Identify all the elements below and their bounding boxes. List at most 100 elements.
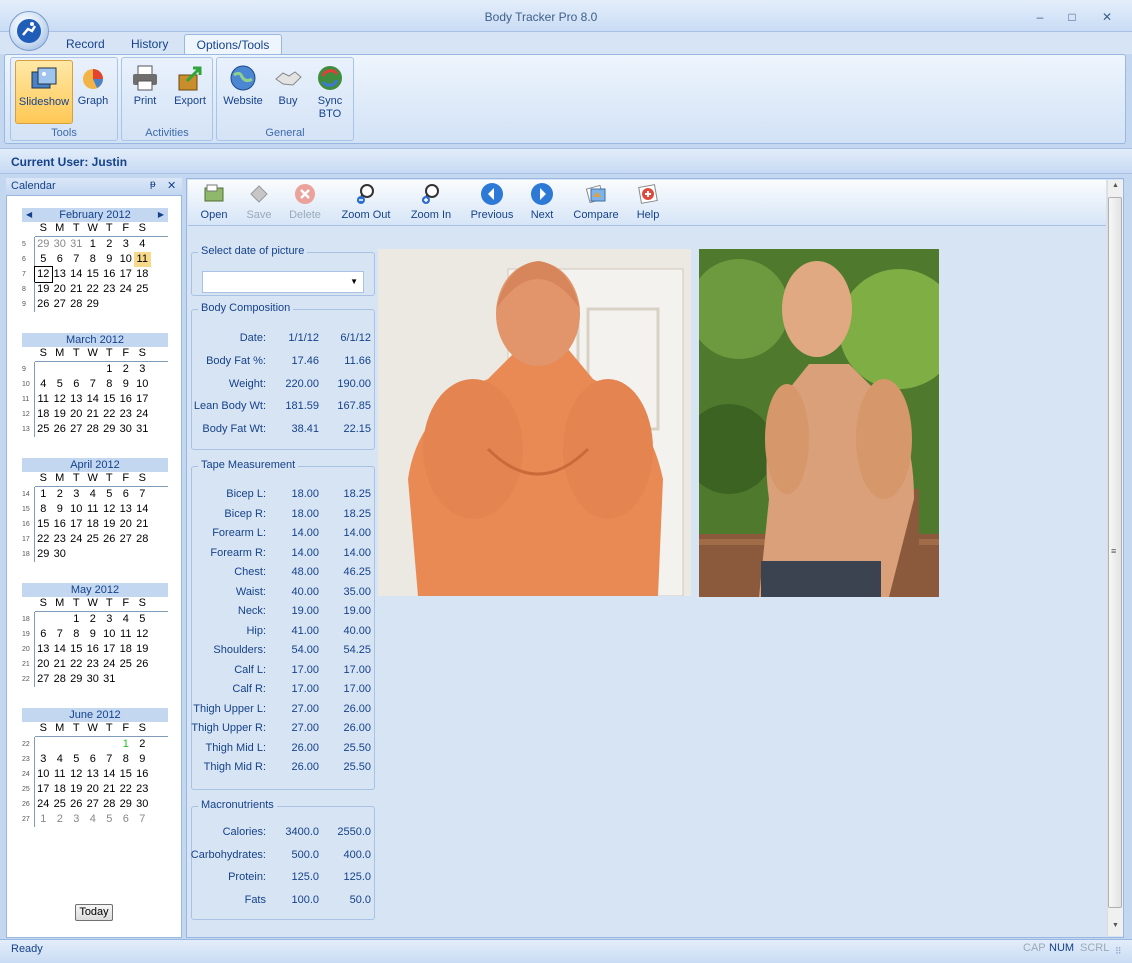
- calendar-day[interactable]: 25: [134, 282, 151, 297]
- calendar-day[interactable]: 18: [52, 782, 69, 797]
- buy-button[interactable]: Buy: [265, 60, 311, 124]
- calendar-day[interactable]: 24: [101, 657, 118, 672]
- calendar-day[interactable]: 21: [52, 657, 69, 672]
- compare-button[interactable]: Compare: [572, 182, 620, 221]
- calendar-day[interactable]: 11: [118, 627, 135, 642]
- tab-history[interactable]: History: [125, 34, 174, 54]
- calendar-day[interactable]: 31: [68, 237, 85, 252]
- calendar-day[interactable]: 21: [68, 282, 85, 297]
- calendar-day[interactable]: 5: [101, 812, 118, 827]
- calendar-day[interactable]: 30: [134, 797, 151, 812]
- graph-button[interactable]: Graph: [64, 60, 122, 124]
- calendar-day[interactable]: 28: [134, 532, 151, 547]
- calendar-day[interactable]: 19: [52, 407, 69, 422]
- calendar-day[interactable]: 10: [68, 502, 85, 517]
- calendar-day[interactable]: 5: [134, 612, 151, 627]
- scrollbar-thumb[interactable]: ≡: [1108, 197, 1122, 908]
- calendar-day[interactable]: 23: [118, 407, 135, 422]
- calendar-day[interactable]: 11: [52, 767, 69, 782]
- calendar-day[interactable]: 23: [52, 532, 69, 547]
- website-button[interactable]: Website: [217, 60, 269, 124]
- next-button[interactable]: Next: [529, 182, 555, 221]
- calendar-day[interactable]: 1: [101, 362, 118, 377]
- calendar-day[interactable]: 19: [35, 282, 52, 297]
- calendar-day[interactable]: 13: [52, 267, 69, 282]
- calendar-day[interactable]: 12: [34, 266, 53, 283]
- calendar-day[interactable]: 17: [134, 392, 151, 407]
- calendar-day[interactable]: 3: [68, 812, 85, 827]
- print-button[interactable]: Print: [122, 60, 168, 124]
- calendar-day[interactable]: 1: [35, 812, 52, 827]
- calendar-day[interactable]: 12: [68, 767, 85, 782]
- calendar-day[interactable]: 20: [118, 517, 135, 532]
- calendar-day[interactable]: 18: [85, 517, 102, 532]
- calendar-day[interactable]: 29: [68, 672, 85, 687]
- calendar-day[interactable]: 27: [68, 422, 85, 437]
- calendar-day[interactable]: 19: [101, 517, 118, 532]
- calendar-day[interactable]: 13: [35, 642, 52, 657]
- calendar-day[interactable]: 20: [68, 407, 85, 422]
- calendar-day[interactable]: 1: [85, 237, 102, 252]
- scroll-down-icon[interactable]: ▼: [1112, 922, 1119, 929]
- calendar-day[interactable]: 7: [134, 487, 151, 502]
- calendar-day[interactable]: 27: [35, 672, 52, 687]
- calendar-day[interactable]: 17: [35, 782, 52, 797]
- calendar-day[interactable]: 4: [52, 752, 69, 767]
- calendar-day[interactable]: 20: [52, 282, 69, 297]
- calendar-day[interactable]: 5: [101, 487, 118, 502]
- calendar-day[interactable]: 23: [134, 782, 151, 797]
- help-button[interactable]: Help: [635, 182, 661, 221]
- close-button[interactable]: ✕: [1097, 10, 1117, 26]
- calendar-day[interactable]: 24: [35, 797, 52, 812]
- calendar-day[interactable]: 17: [118, 267, 135, 282]
- scroll-up-icon[interactable]: ▲: [1112, 182, 1119, 189]
- calendar-day[interactable]: 7: [85, 377, 102, 392]
- calendar-day[interactable]: 18: [134, 267, 151, 282]
- calendar-day[interactable]: 29: [101, 422, 118, 437]
- calendar-day[interactable]: 18: [35, 407, 52, 422]
- calendar-day[interactable]: 28: [101, 797, 118, 812]
- calendar-close-icon[interactable]: ✕: [167, 179, 176, 192]
- calendar-day[interactable]: 29: [35, 547, 52, 562]
- date-of-picture-select[interactable]: ▼: [202, 271, 364, 293]
- calendar-day[interactable]: 26: [35, 297, 52, 312]
- calendar-day[interactable]: 6: [118, 487, 135, 502]
- calendar-day[interactable]: 25: [85, 532, 102, 547]
- calendar-day[interactable]: 6: [118, 812, 135, 827]
- calendar-day[interactable]: 3: [68, 487, 85, 502]
- calendar-day[interactable]: 14: [101, 767, 118, 782]
- save-button[interactable]: Save: [244, 182, 274, 221]
- calendar-day[interactable]: 11: [85, 502, 102, 517]
- calendar-day[interactable]: 15: [35, 517, 52, 532]
- calendar-day[interactable]: 28: [52, 672, 69, 687]
- calendar-day[interactable]: 1: [35, 487, 52, 502]
- calendar-day[interactable]: 9: [85, 627, 102, 642]
- calendar-day[interactable]: 20: [35, 657, 52, 672]
- calendar-day[interactable]: 14: [68, 267, 85, 282]
- calendar-day[interactable]: 8: [68, 627, 85, 642]
- calendar-day[interactable]: 8: [118, 752, 135, 767]
- calendar-day[interactable]: 31: [101, 672, 118, 687]
- calendar-day[interactable]: 6: [35, 627, 52, 642]
- calendar-day[interactable]: 26: [68, 797, 85, 812]
- calendar-day[interactable]: 31: [134, 422, 151, 437]
- zoom-out-button[interactable]: Zoom Out: [339, 182, 393, 221]
- calendar-day[interactable]: 15: [68, 642, 85, 657]
- calendar-day[interactable]: 28: [68, 297, 85, 312]
- calendar-day[interactable]: 2: [134, 737, 151, 752]
- export-button[interactable]: Export: [167, 60, 213, 124]
- calendar-day[interactable]: 3: [35, 752, 52, 767]
- calendar-day[interactable]: 29: [118, 797, 135, 812]
- sync-bto-button[interactable]: Sync BTO: [307, 60, 353, 124]
- calendar-day[interactable]: 2: [101, 237, 118, 252]
- calendar-day[interactable]: 19: [134, 642, 151, 657]
- tab-options-tools[interactable]: Options/Tools: [184, 34, 282, 54]
- calendar-day[interactable]: 5: [52, 377, 69, 392]
- calendar-day[interactable]: 27: [85, 797, 102, 812]
- calendar-day[interactable]: 30: [52, 237, 69, 252]
- open-button[interactable]: Open: [199, 182, 229, 221]
- calendar-day[interactable]: 16: [85, 642, 102, 657]
- calendar-day[interactable]: 4: [118, 612, 135, 627]
- calendar-day[interactable]: 6: [68, 377, 85, 392]
- resize-grip-icon[interactable]: ⠿: [1115, 946, 1122, 957]
